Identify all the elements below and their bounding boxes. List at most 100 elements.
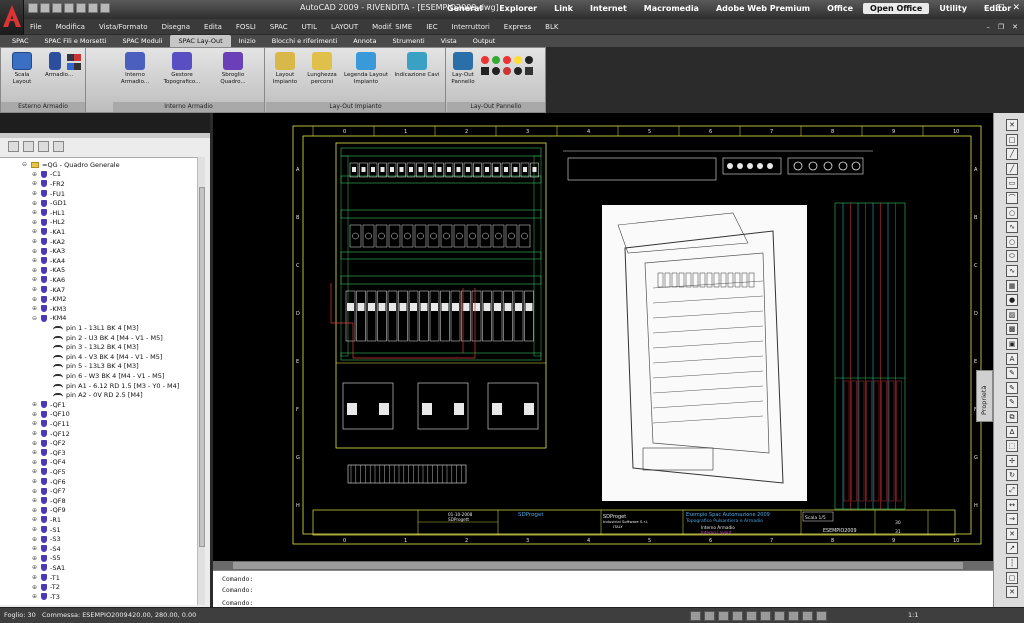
tree-item[interactable]: ⊕ -KA3 bbox=[32, 246, 65, 256]
workspace-tab[interactable]: General bbox=[440, 3, 489, 14]
doc-minimize-icon[interactable]: – bbox=[986, 23, 990, 31]
draw-tool-icon[interactable]: ╱ bbox=[1006, 148, 1018, 161]
tree-item[interactable]: ⊕ -T1 bbox=[32, 573, 60, 583]
lunghezza-percorsi-button[interactable]: Lunghezza percorsi bbox=[304, 52, 340, 85]
sbroglio-quadro-button[interactable]: Sbroglio Quadro... bbox=[211, 52, 255, 85]
draw-tool-icon[interactable]: ∿ bbox=[1006, 221, 1018, 234]
tree-pin[interactable]: pin A1 - 6.12 RD 1.5 [M3 - Y0 - M4] bbox=[44, 381, 179, 391]
expand-icon[interactable]: ⊕ bbox=[32, 228, 38, 235]
tree-item[interactable]: ⊕ -KA4 bbox=[32, 256, 65, 266]
expand-icon[interactable]: ⊕ bbox=[32, 296, 38, 303]
tree-item[interactable]: ⊕ -QF4 bbox=[32, 458, 66, 468]
draw-tool-icon[interactable]: ⤢ bbox=[1006, 484, 1018, 496]
scroll-thumb[interactable] bbox=[199, 187, 205, 547]
tree-item[interactable]: ⊕ -SA1 bbox=[32, 563, 65, 573]
armadio-button[interactable]: Armadio... bbox=[45, 52, 73, 79]
tree-item[interactable]: ⊕ -KM2 bbox=[32, 294, 66, 304]
expand-icon[interactable]: ⊕ bbox=[32, 545, 38, 552]
tree-pin[interactable]: pin 6 - W3 BK 4 [M4 - V1 - M5] bbox=[44, 371, 164, 381]
draw-tool-icon[interactable]: ✢ bbox=[1006, 454, 1018, 467]
expand-icon[interactable]: ⊕ bbox=[32, 171, 38, 178]
expand-icon[interactable]: ⊕ bbox=[32, 478, 38, 485]
draw-tool-icon[interactable]: ▦ bbox=[1006, 279, 1018, 292]
tree-item[interactable]: ⊕ -FU1 bbox=[32, 189, 65, 199]
draw-tool-icon[interactable]: ⧉ bbox=[1006, 411, 1018, 423]
workspace-tab[interactable]: Macromedia bbox=[637, 3, 706, 14]
minimize-icon[interactable]: – bbox=[983, 3, 988, 13]
model-toggle-icon[interactable] bbox=[816, 611, 827, 621]
expand-icon[interactable]: ⊕ bbox=[32, 574, 38, 581]
draw-tool-icon[interactable]: ⬭ bbox=[1006, 250, 1018, 263]
tree-properties-icon[interactable] bbox=[38, 141, 49, 152]
expand-icon[interactable]: ⊕ bbox=[32, 401, 38, 408]
ribbon-tab[interactable]: Blocchi e riferimenti bbox=[264, 35, 346, 47]
draw-tool-icon[interactable]: ▩ bbox=[1006, 323, 1018, 336]
tree-item[interactable]: ⊕ -QF9 bbox=[32, 506, 66, 516]
ribbon-tab[interactable]: Vista bbox=[433, 35, 465, 47]
lwt-toggle-icon[interactable] bbox=[802, 611, 813, 621]
expand-icon[interactable]: ⊕ bbox=[32, 180, 38, 187]
expand-icon[interactable]: ⊕ bbox=[32, 440, 38, 447]
expand-icon[interactable]: ⊕ bbox=[32, 238, 38, 245]
expand-icon[interactable]: ⊕ bbox=[32, 257, 38, 264]
tree-pin[interactable]: pin 2 - U3 BK 4 [M4 - V1 - M5] bbox=[44, 333, 163, 343]
draw-tool-icon[interactable]: □ bbox=[1006, 133, 1018, 146]
draw-tool-icon[interactable]: ↔ bbox=[1006, 498, 1018, 511]
doc-restore-icon[interactable]: ❐ bbox=[998, 23, 1004, 31]
tree-scrollbar[interactable] bbox=[197, 157, 205, 605]
draw-tool-icon[interactable]: ⌒ bbox=[1006, 192, 1018, 204]
canvas-horizontal-scrollbar[interactable] bbox=[213, 561, 993, 570]
tree-search-icon[interactable] bbox=[53, 141, 64, 152]
tree-item[interactable]: ⊕ -KA5 bbox=[32, 266, 65, 276]
tree-item[interactable]: ⊕ -QF7 bbox=[32, 486, 66, 496]
menu-item[interactable]: IEC bbox=[426, 23, 437, 31]
tree-root[interactable]: ⊖ =QG - Quadro Generale bbox=[22, 160, 120, 170]
expand-icon[interactable]: ⊕ bbox=[32, 526, 38, 533]
draw-tool-icon[interactable]: ✕ bbox=[1006, 119, 1018, 131]
open-icon[interactable] bbox=[40, 3, 50, 13]
draw-tool-icon[interactable]: ▢ bbox=[1006, 571, 1018, 584]
tree-item[interactable]: ⊕ -QF5 bbox=[32, 467, 66, 477]
draw-tool-icon[interactable]: → bbox=[1006, 513, 1018, 526]
print-icon[interactable] bbox=[64, 3, 74, 13]
menu-item[interactable]: Edita bbox=[204, 23, 222, 31]
expand-icon[interactable]: ⊕ bbox=[32, 305, 38, 312]
draw-tool-icon[interactable]: ▭ bbox=[1006, 177, 1018, 190]
otrack-toggle-icon[interactable] bbox=[760, 611, 771, 621]
ribbon-tab[interactable]: Inizio bbox=[231, 35, 264, 47]
draw-tool-icon[interactable]: ↻ bbox=[1006, 469, 1018, 482]
expand-icon[interactable]: ⊕ bbox=[32, 507, 38, 514]
redo-icon[interactable] bbox=[88, 3, 98, 13]
drawing-canvas[interactable]: 001122334455667788991010AABBCCDDEEFFGGHH… bbox=[213, 113, 993, 561]
tree-options-icon[interactable] bbox=[8, 141, 19, 152]
draw-tool-icon[interactable]: ○ bbox=[1006, 206, 1018, 219]
annotation-scale[interactable]: 1:1 bbox=[908, 611, 918, 619]
dyn-toggle-icon[interactable] bbox=[788, 611, 799, 621]
tree-item[interactable]: ⊕ -FR2 bbox=[32, 179, 65, 189]
expand-icon[interactable]: ⊕ bbox=[32, 459, 38, 466]
menu-item[interactable]: BLK bbox=[545, 23, 558, 31]
tree-item[interactable]: ⊕ -S1 bbox=[32, 525, 61, 535]
tree-item[interactable]: ⊕ -QF6 bbox=[32, 477, 66, 487]
tree-item[interactable]: ⊕ -S5 bbox=[32, 554, 61, 564]
expand-icon[interactable]: ⊕ bbox=[32, 430, 38, 437]
close-icon[interactable]: ✕ bbox=[1012, 3, 1020, 13]
tree-item[interactable]: ⊕ -QF2 bbox=[32, 438, 66, 448]
tree-item[interactable]: ⊕ -QF11 bbox=[32, 419, 70, 429]
menu-item[interactable]: Vista/Formato bbox=[99, 23, 148, 31]
tree-item[interactable]: ⊕ -S4 bbox=[32, 544, 61, 554]
expand-icon[interactable]: ⊕ bbox=[32, 200, 38, 207]
save-icon[interactable] bbox=[52, 3, 62, 13]
draw-tool-icon[interactable]: ● bbox=[1006, 294, 1018, 307]
expand-icon[interactable]: ⊕ bbox=[32, 564, 38, 571]
hscroll-thumb[interactable] bbox=[233, 562, 963, 569]
expand-icon[interactable]: ⊕ bbox=[32, 420, 38, 427]
new-icon[interactable] bbox=[28, 3, 38, 13]
ducs-toggle-icon[interactable] bbox=[774, 611, 785, 621]
expand-icon[interactable]: ⊖ bbox=[32, 315, 38, 322]
command-prompt[interactable]: Comando: bbox=[222, 599, 253, 607]
tree-pin[interactable]: pin 4 - V3 BK 4 [M4 - V1 - M5] bbox=[44, 352, 162, 362]
workspace-tab[interactable]: Explorer bbox=[492, 3, 544, 14]
expand-icon[interactable]: ⊕ bbox=[32, 584, 38, 591]
tree-item[interactable]: ⊕ -KM3 bbox=[32, 304, 66, 314]
